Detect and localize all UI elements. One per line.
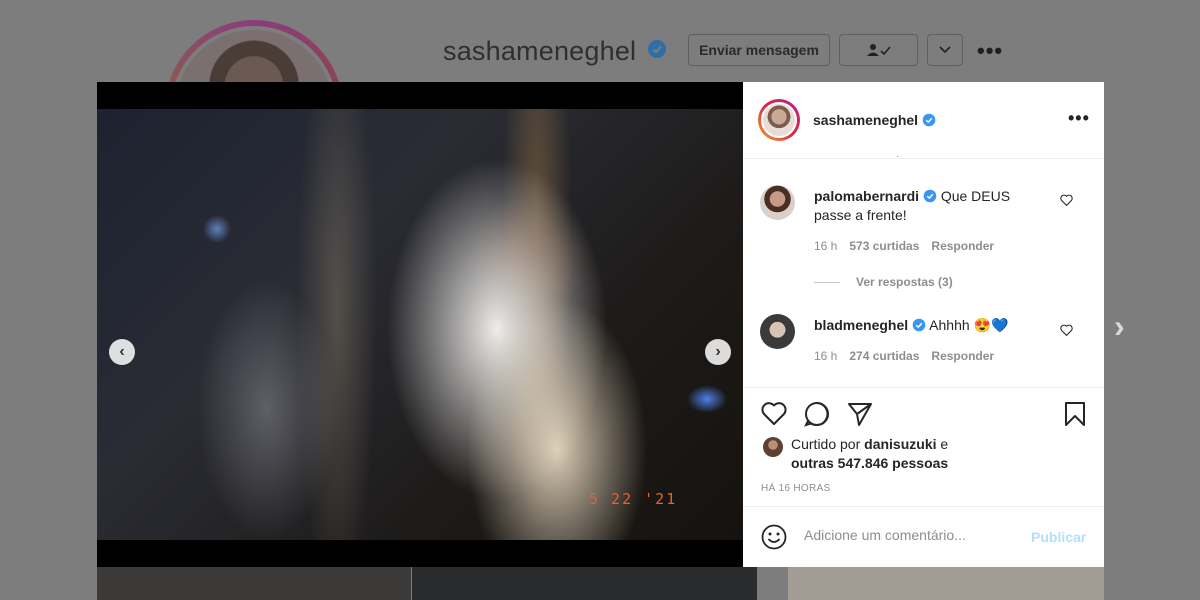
divider [743, 387, 1104, 388]
divider [743, 506, 1104, 507]
grid-thumbnail[interactable] [412, 567, 757, 600]
photo-date-stamp: 5 22 '21 [589, 490, 678, 508]
comment-likes[interactable]: 573 curtidas [849, 239, 919, 253]
commenter-avatar[interactable] [760, 185, 795, 220]
likes-count[interactable]: outras 547.846 pessoas [791, 455, 948, 471]
verified-icon [923, 189, 937, 203]
bookmark-icon[interactable] [1061, 400, 1089, 428]
comment-time[interactable]: 16 h [814, 349, 837, 363]
heart-icon[interactable] [1060, 194, 1073, 206]
likes-summary: Curtido por danisuzuki e outras 547.846 … [763, 435, 991, 473]
person-check-icon [866, 44, 891, 56]
next-photo-button[interactable]: › [705, 339, 731, 365]
commenter-username[interactable]: bladmeneghel [814, 317, 908, 333]
comment-icon[interactable] [803, 400, 831, 428]
comment-time[interactable]: 16 h [814, 239, 837, 253]
author-username[interactable]: sashameneghel [813, 112, 936, 128]
publish-button[interactable]: Publicar [1031, 529, 1086, 545]
likes-prefix: Curtido por [791, 436, 861, 452]
send-message-button[interactable]: Enviar mensagem [688, 34, 830, 66]
post-photo[interactable]: 5 22 '21 ‹ › [97, 109, 743, 540]
next-post-button[interactable]: › [1114, 308, 1125, 345]
grid-thumbnail[interactable] [97, 567, 411, 600]
comment-meta: 16 h 573 curtidas Responder [814, 239, 994, 253]
verified-icon [922, 113, 936, 127]
comment-likes[interactable]: 274 curtidas [849, 349, 919, 363]
profile-username: sashameneghel [443, 36, 637, 66]
author-avatar[interactable] [761, 102, 797, 138]
commenter-avatar[interactable] [760, 314, 795, 349]
post-timestamp[interactable]: HÁ 16 HORAS [761, 483, 830, 494]
verified-icon [648, 40, 666, 58]
like-icon[interactable] [760, 400, 788, 428]
comment-text: palomabernardi Que DEUS passe a frente! [814, 187, 1044, 225]
comment-meta: 16 h 274 curtidas Responder [814, 349, 994, 363]
reply-button[interactable]: Responder [931, 349, 994, 363]
likes-conjunction: e [940, 436, 949, 452]
post-media: 5 22 '21 ‹ › [97, 82, 743, 567]
post-header: sashameneghel ••• · [743, 82, 1104, 161]
suggestions-dropdown-button[interactable] [927, 34, 963, 66]
scroll-remnant: · [896, 151, 899, 161]
post-side-panel: sashameneghel ••• · palomabernardi Que D… [743, 82, 1104, 567]
commenter-username[interactable]: palomabernardi [814, 188, 919, 204]
reply-button[interactable]: Responder [931, 239, 994, 253]
likes-text: Curtido por danisuzuki e outras 547.846 … [791, 435, 991, 473]
replies-divider [814, 281, 840, 283]
emoji-icon[interactable] [760, 523, 788, 551]
comment-input[interactable] [804, 527, 1019, 543]
liker-username[interactable]: danisuzuki [864, 436, 936, 452]
author-username-text[interactable]: sashameneghel [813, 112, 918, 128]
view-replies-label[interactable]: Ver respostas (3) [856, 275, 953, 289]
grid-thumbnail[interactable] [788, 567, 1104, 600]
more-icon[interactable]: ••• [977, 38, 1003, 64]
following-button[interactable] [839, 34, 918, 66]
verified-icon [912, 318, 926, 332]
liker-avatar[interactable] [763, 437, 783, 457]
chevron-down-icon [939, 46, 951, 54]
share-icon[interactable] [846, 400, 874, 428]
comment-text: bladmeneghel Ahhhh 😍💙 [814, 316, 1044, 335]
heart-icon[interactable] [1060, 324, 1073, 336]
view-replies[interactable]: Ver respostas (3) [814, 275, 953, 289]
prev-photo-button[interactable]: ‹ [109, 339, 135, 365]
post-options-icon[interactable]: ••• [1068, 108, 1090, 129]
comment-body: Ahhhh 😍💙 [929, 317, 1009, 333]
